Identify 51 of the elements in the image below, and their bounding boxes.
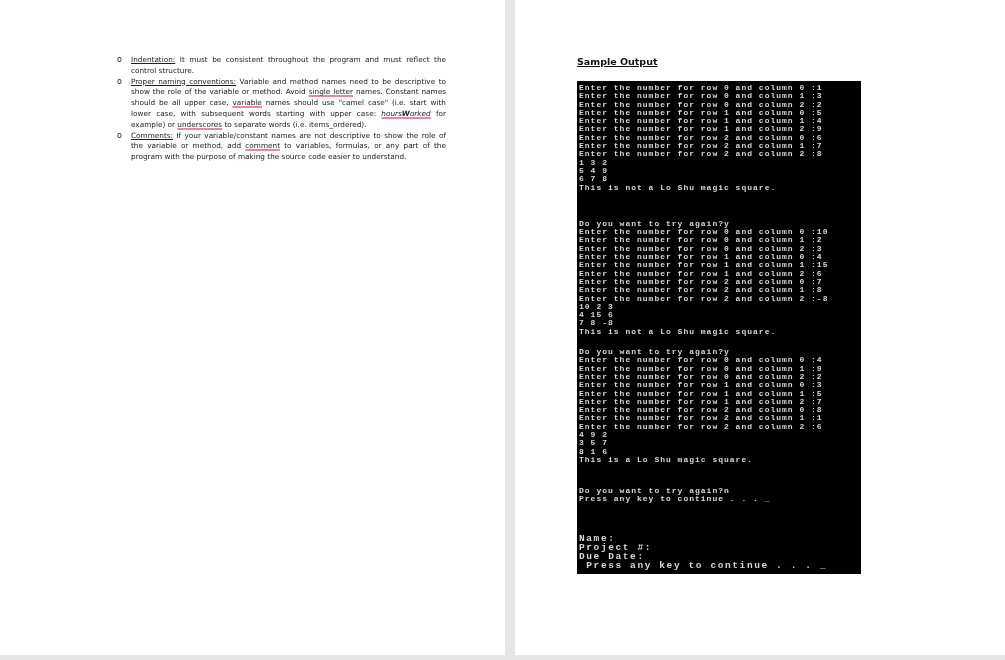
console-line: Do you want to try again?n bbox=[579, 487, 730, 496]
console-line: Press any key to continue . . . _ bbox=[585, 560, 828, 570]
console-line: Enter the number for row 2 and column 1 :8 bbox=[579, 286, 823, 295]
console-line: Enter the number for row 1 and column 2 :6 bbox=[579, 269, 823, 278]
console-line: 5 4 9 bbox=[579, 166, 608, 176]
console-line: Enter the number for row 0 and column 2 :2 bbox=[579, 100, 823, 109]
console-line: Name: bbox=[579, 533, 616, 543]
console-line: Due Date: bbox=[579, 551, 645, 561]
console-line: 1 3 2 bbox=[579, 158, 608, 167]
console-line: 3 5 7 bbox=[579, 439, 608, 448]
console-line: 4 9 2 bbox=[579, 431, 608, 440]
console-line: Enter the number for row 2 and column 2 :-8 bbox=[579, 294, 829, 303]
bullet: o bbox=[117, 130, 123, 142]
console-line: Enter the number for row 0 and column 0 :4 bbox=[579, 356, 823, 365]
console-line: Enter the number for row 0 and column 2 :2 bbox=[579, 372, 823, 382]
console-line: 4 15 6 bbox=[579, 311, 614, 320]
console-line: Enter the number for row 1 and column 1 :4 bbox=[579, 117, 823, 126]
console-line: Do you want to try again?y bbox=[579, 348, 730, 356]
console-line: Enter the number for row 1 and column 1 :5 bbox=[579, 389, 823, 398]
console-line: Enter the number for row 1 and column 0 :3 bbox=[579, 381, 823, 390]
bullet: o bbox=[117, 55, 123, 66]
console-line: Enter the number for row 1 and column 2 :9 bbox=[579, 125, 823, 134]
console-line: 6 7 8 bbox=[579, 175, 608, 184]
console-line: Press any key to continue . . . _ bbox=[579, 495, 771, 504]
console-line: Enter the number for row 1 and column 1 :15 bbox=[579, 261, 829, 270]
console-line: Enter the number for row 1 and column 0 :5 bbox=[579, 108, 823, 118]
console-line: Enter the number for row 0 and column 1 :3 bbox=[579, 92, 823, 101]
console-line: Project #: bbox=[579, 542, 652, 552]
console-line: Enter the number for row 2 and column 0 :8 bbox=[579, 406, 823, 415]
console-line: Enter the number for row 1 and column 2 :7 bbox=[579, 397, 823, 407]
bullet: o bbox=[117, 76, 123, 88]
console-line: Enter the number for row 0 and column 1 :2 bbox=[579, 236, 823, 245]
console-line: Do you want to try again?y bbox=[579, 219, 730, 228]
console-line: Enter the number for row 0 and column 0 :10 bbox=[579, 228, 829, 237]
console-line: 7 8 -8 bbox=[579, 319, 614, 328]
console-line: Enter the number for row 0 and column 0 :1 bbox=[579, 84, 823, 93]
console-line: 10 2 3 bbox=[579, 302, 614, 312]
console-line: Enter the number for row 2 and column 0 :6 bbox=[579, 133, 823, 143]
console-line: Enter the number for row 2 and column 1 :7 bbox=[579, 142, 823, 151]
console-line: 8 1 6 bbox=[579, 447, 608, 456]
section-heading: Sample Output bbox=[577, 56, 658, 67]
console-line: This is not a Lo Shu magic square. bbox=[579, 327, 777, 336]
console-line: Enter the number for row 2 and column 2 :6 bbox=[579, 422, 823, 431]
console-line: Enter the number for row 2 and column 1 :1 bbox=[579, 414, 823, 423]
console-line: Enter the number for row 0 and column 1 :9 bbox=[579, 364, 823, 373]
console-line: Enter the number for row 2 and column 2 :8 bbox=[579, 150, 823, 159]
console-line: This is not a Lo Shu magic square. bbox=[579, 183, 777, 192]
console-line: Enter the number for row 2 and column 0 :7 bbox=[579, 277, 823, 287]
console-line: This is a Lo Shu magic square. bbox=[579, 455, 754, 465]
console-line: Enter the number for row 0 and column 2 :3 bbox=[579, 244, 823, 254]
console-line: Enter the number for row 1 and column 0 :4 bbox=[579, 253, 823, 262]
